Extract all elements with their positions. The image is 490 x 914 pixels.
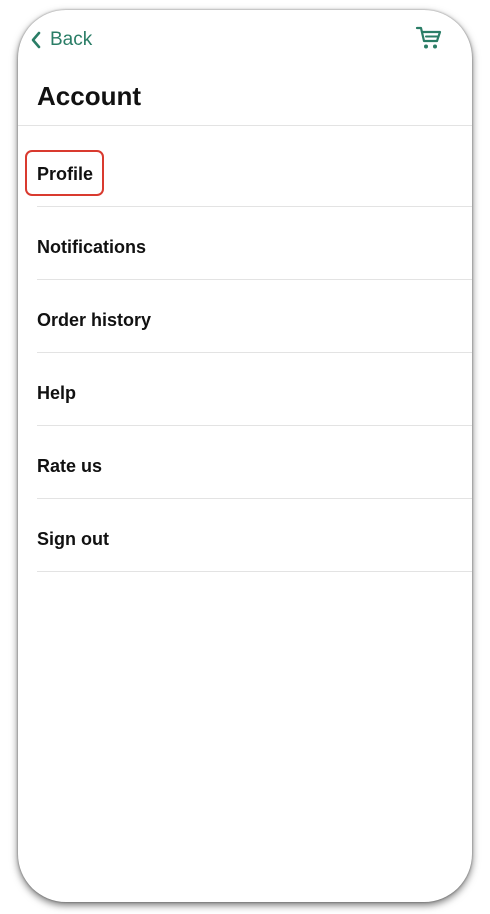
back-button[interactable]: Back <box>30 26 92 54</box>
account-menu: Profile Notifications Order history Help… <box>37 134 472 572</box>
menu-item-label: Rate us <box>37 456 103 476</box>
top-bar: Back <box>18 10 472 68</box>
screenshot-canvas: Back Account Profile Notifications Order… <box>0 0 490 914</box>
menu-item-sign-out[interactable]: Sign out <box>37 499 472 572</box>
menu-item-label: Help <box>37 383 77 403</box>
phone-frame: Back Account Profile Notifications Order… <box>18 10 472 902</box>
page-title: Account <box>37 81 141 111</box>
chevron-left-icon <box>30 30 42 50</box>
menu-item-order-history[interactable]: Order history <box>37 280 472 353</box>
menu-item-label: Order history <box>37 310 152 330</box>
back-label: Back <box>50 29 93 50</box>
menu-item-label: Sign out <box>37 529 109 549</box>
menu-item-notifications[interactable]: Notifications <box>37 207 472 280</box>
menu-item-rate-us[interactable]: Rate us <box>37 426 472 499</box>
cart-button[interactable] <box>415 24 443 52</box>
menu-item-label: Notifications <box>37 237 147 257</box>
menu-item-label: Profile <box>37 164 94 184</box>
cart-icon <box>415 26 443 56</box>
title-divider <box>18 125 472 126</box>
menu-item-help[interactable]: Help <box>37 353 472 426</box>
menu-item-profile[interactable]: Profile <box>37 134 472 207</box>
